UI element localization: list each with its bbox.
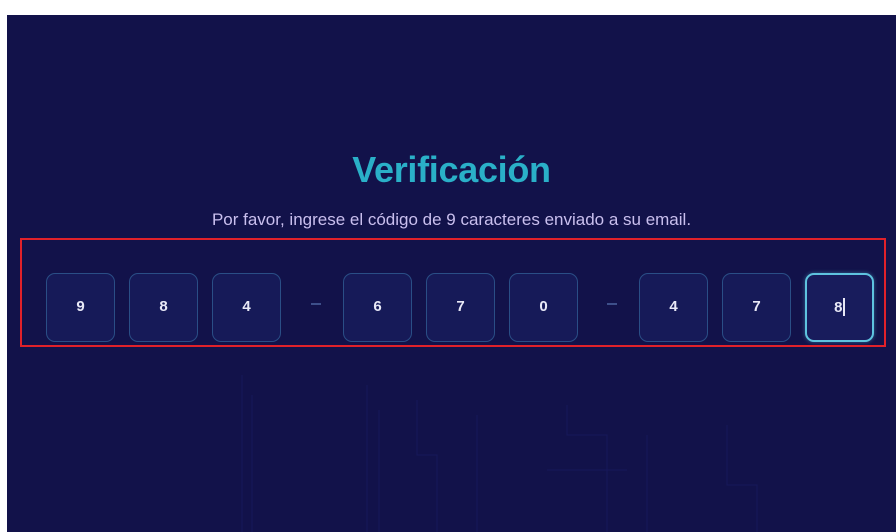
highlight-box [20,238,886,347]
instructions-text: Por favor, ingrese el código de 9 caract… [211,210,692,229]
page-title: Verificación [352,149,551,190]
